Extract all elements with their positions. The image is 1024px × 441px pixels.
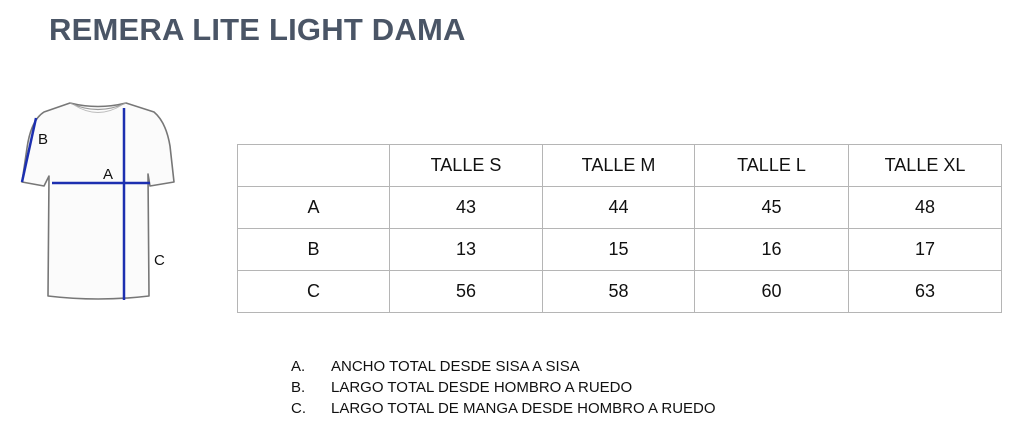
legend-text: LARGO TOTAL DE MANGA DESDE HOMBRO A RUED… bbox=[331, 400, 716, 417]
table-cell: 15 bbox=[542, 228, 695, 271]
measurement-legend: A. ANCHO TOTAL DESDE SISA A SISA B. LARG… bbox=[291, 356, 716, 419]
table-cell: 44 bbox=[542, 186, 695, 229]
table-cell: 45 bbox=[694, 186, 849, 229]
header-talle-s: TALLE S bbox=[389, 144, 543, 187]
header-talle-l: TALLE L bbox=[694, 144, 849, 187]
table-cell: 58 bbox=[542, 270, 695, 313]
legend-item: B. LARGO TOTAL DESDE HOMBRO A RUEDO bbox=[291, 377, 716, 398]
header-talle-xl: TALLE XL bbox=[848, 144, 1002, 187]
diagram-label-a: A bbox=[103, 166, 114, 183]
header-talle-m: TALLE M bbox=[542, 144, 695, 187]
row-label: C bbox=[237, 270, 390, 313]
table-row: B 13 15 16 17 bbox=[237, 228, 1002, 271]
diagram-label-c: C bbox=[154, 252, 165, 269]
table-cell: 43 bbox=[389, 186, 543, 229]
tshirt-diagram bbox=[14, 96, 184, 306]
legend-marker: B. bbox=[291, 379, 306, 396]
size-table-header-row: TALLE S TALLE M TALLE L TALLE XL bbox=[237, 144, 1002, 187]
tshirt-outline bbox=[20, 102, 175, 300]
legend-item: C. LARGO TOTAL DE MANGA DESDE HOMBRO A R… bbox=[291, 398, 716, 419]
table-cell: 60 bbox=[694, 270, 849, 313]
legend-item: A. ANCHO TOTAL DESDE SISA A SISA bbox=[291, 356, 716, 377]
diagram-label-b: B bbox=[38, 131, 49, 148]
row-label: A bbox=[237, 186, 390, 229]
row-label: B bbox=[237, 228, 390, 271]
table-row: A 43 44 45 48 bbox=[237, 186, 1002, 229]
table-cell: 13 bbox=[389, 228, 543, 271]
table-row: C 56 58 60 63 bbox=[237, 270, 1002, 313]
table-cell: 17 bbox=[848, 228, 1002, 271]
table-cell: 63 bbox=[848, 270, 1002, 313]
table-cell: 48 bbox=[848, 186, 1002, 229]
legend-marker: A. bbox=[291, 358, 306, 375]
size-table: TALLE S TALLE M TALLE L TALLE XL A 43 44… bbox=[237, 144, 1002, 313]
legend-text: LARGO TOTAL DESDE HOMBRO A RUEDO bbox=[331, 379, 633, 396]
legend-text: ANCHO TOTAL DESDE SISA A SISA bbox=[331, 358, 580, 375]
header-empty-cell bbox=[237, 144, 390, 187]
table-cell: 16 bbox=[694, 228, 849, 271]
page-title: REMERA LITE LIGHT DAMA bbox=[49, 12, 466, 47]
table-cell: 56 bbox=[389, 270, 543, 313]
legend-marker: C. bbox=[291, 400, 306, 417]
